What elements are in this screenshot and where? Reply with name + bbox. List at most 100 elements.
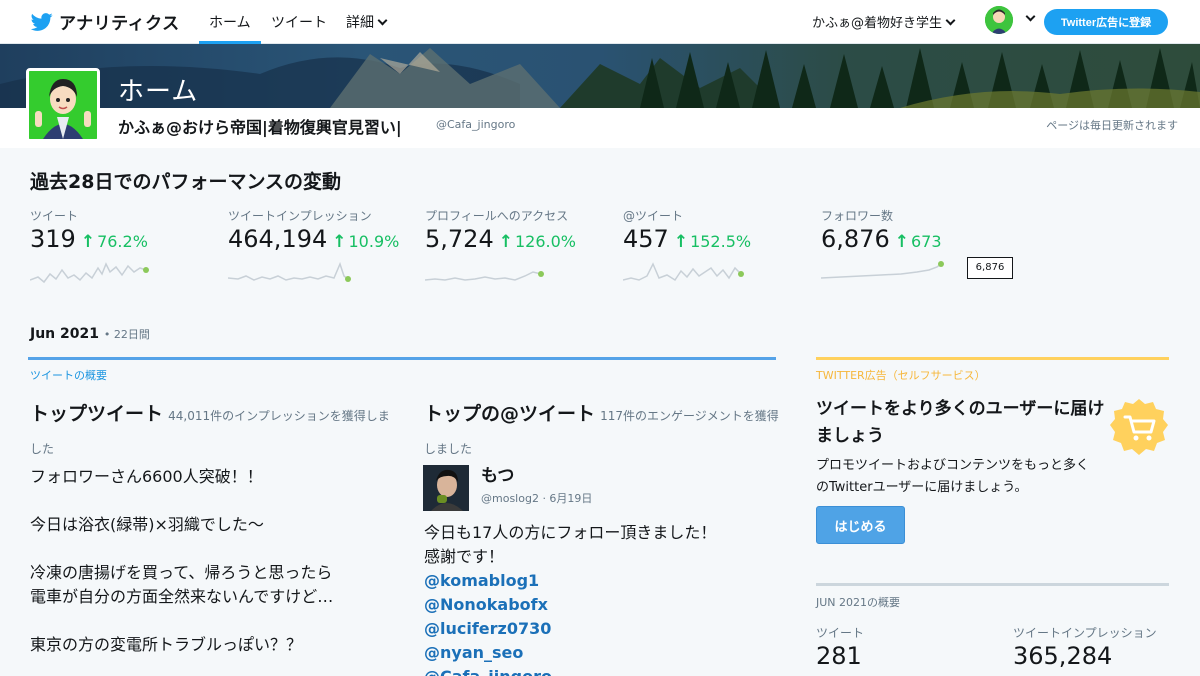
- arrow-up-icon: ↑: [673, 232, 689, 252]
- metric-profile-visits: プロフィールへのアクセス 5,724 ↑ 126.0%: [425, 207, 576, 253]
- mention-author-meta: @moslog2 · 6月19日: [481, 492, 593, 505]
- ads-start-button[interactable]: はじめる: [816, 506, 905, 544]
- mention-line: 感謝です！: [424, 547, 505, 566]
- avatar-illustration: [985, 6, 1013, 34]
- tab-more-label: 詳細: [346, 15, 374, 31]
- sparkline-point: [345, 276, 351, 282]
- profile-avatar[interactable]: [26, 68, 100, 142]
- metric-label: ツイートインプレッション: [228, 209, 372, 223]
- month-summary-label: JUN 2021の概要: [816, 596, 901, 609]
- summary-metric-value: 365,284: [1013, 642, 1113, 670]
- metric-value: 5,724: [425, 225, 494, 253]
- mention-line: 今日も17人の方にフォロー頂きました！: [424, 523, 717, 542]
- metric-value: 6,876: [821, 225, 890, 253]
- tab-more[interactable]: 詳細: [346, 12, 388, 32]
- sparkline-tooltip: 6,876: [967, 257, 1013, 279]
- chevron-down-icon: [377, 15, 388, 26]
- account-switcher[interactable]: かふぁ@着物好き学生: [812, 12, 956, 31]
- tweet-line: 電車が自分の方面全然来ないんですけど…: [30, 587, 334, 606]
- summary-tweets: ツイート 281: [816, 624, 864, 670]
- month-days: • 22日間: [103, 328, 150, 341]
- summary-metric-label: ツイート: [816, 626, 865, 640]
- tweet-line: 今日は浴衣(緑帯)×羽織でした〜: [30, 515, 264, 534]
- month-heading: Jun 2021 • 22日間: [30, 326, 150, 342]
- arrow-up-icon: ↑: [894, 232, 909, 252]
- ads-description: プロモツイートおよびコンテンツをもっと多くのTwitterユーザーに届けましょう…: [816, 458, 1090, 495]
- update-note: ページは毎日更新されます: [1046, 119, 1178, 132]
- metric-impressions: ツイートインプレッション 464,194 ↑ 10.9%: [228, 207, 399, 253]
- mention-author-avatar[interactable]: [423, 465, 469, 511]
- analytics-brand[interactable]: アナリティクス: [30, 9, 180, 34]
- profile-display-name: かふぁ@おけら帝国|着物復興官見習い|: [118, 118, 402, 137]
- tab-tweets[interactable]: ツイート: [271, 12, 327, 32]
- metric-change: 76.2%: [97, 232, 148, 251]
- mention-link[interactable]: @komablog1: [424, 569, 774, 593]
- metric-label: ツイート: [30, 209, 79, 223]
- profile-handle[interactable]: @Cafa_jingoro: [436, 118, 515, 131]
- top-mention-title: トップの@ツイート: [424, 403, 596, 425]
- chevron-down-icon: [945, 15, 956, 25]
- sparkline-profile-visits[interactable]: [425, 258, 549, 286]
- tweet-line: フォロワーさん6600人突破！！: [30, 467, 263, 486]
- mention-link[interactable]: @nyan_seo: [424, 641, 774, 665]
- tweet-summary-label: ツイートの概要: [30, 369, 107, 382]
- top-nav: アナリティクス ホーム ツイート 詳細 かふぁ@着物好き学生 Twitter広告…: [0, 0, 1200, 44]
- page-title: ホーム: [118, 77, 199, 107]
- top-tweet-body[interactable]: フォロワーさん6600人突破！！ 今日は浴衣(緑帯)×羽織でした〜 冷凍の唐揚げ…: [30, 465, 390, 657]
- tab-home[interactable]: ホーム: [209, 12, 251, 32]
- metric-change: 152.5%: [690, 232, 752, 251]
- avatar-menu-chevron-icon[interactable]: [1025, 11, 1036, 22]
- arrow-up-icon: ↑: [332, 232, 347, 252]
- performance-title: 過去28日でのパフォーマンスの変動: [30, 171, 342, 193]
- month-label: Jun 2021: [30, 326, 99, 342]
- summary-metric-label: ツイートインプレッション: [1013, 626, 1157, 640]
- shopping-cart-icon: [1110, 399, 1168, 455]
- twitter-bird-icon: [30, 12, 53, 31]
- top-mention-heading: トップの@ツイート 117件のエンゲージメントを獲得しました: [424, 398, 784, 465]
- ads-title: ツイートをより多くのユーザーに届けましょう: [816, 399, 1105, 446]
- tweet-line: 冷凍の唐揚げを買って、帰ろうと思ったら: [30, 563, 333, 582]
- sparkline-mentions[interactable]: [623, 258, 747, 286]
- metric-label: @ツイート: [623, 209, 684, 223]
- metric-followers: フォロワー数 6,876 ↑ 673: [821, 207, 942, 253]
- metric-mentions: @ツイート 457 ↑ 152.5%: [623, 207, 751, 253]
- top-tweet-title: トップツイート: [30, 403, 164, 425]
- metric-value: 464,194: [228, 225, 328, 253]
- section-divider-yellow: [816, 357, 1169, 360]
- mention-author-name[interactable]: もつ: [481, 461, 514, 486]
- metric-change: 10.9%: [348, 232, 400, 251]
- metric-value: 319: [30, 225, 76, 253]
- metric-label: プロフィールへのアクセス: [425, 209, 569, 223]
- tweet-line-blank: [30, 489, 390, 513]
- sparkline-point: [538, 271, 544, 277]
- arrow-up-icon: ↑: [80, 232, 96, 252]
- mention-link[interactable]: @Nonokabofx: [424, 593, 774, 617]
- sparkline-followers[interactable]: [821, 258, 945, 286]
- mention-link[interactable]: @Cafa_jingoro: [424, 665, 774, 676]
- arrow-up-icon: ↑: [498, 232, 513, 252]
- ads-section-label: TWITTER広告（セルフサービス）: [816, 369, 986, 382]
- user-avatar[interactable]: [985, 6, 1013, 34]
- section-divider-blue: [28, 357, 776, 360]
- metric-change: 673: [910, 232, 942, 251]
- mention-avatar-photo: [423, 465, 469, 511]
- sparkline-tweets[interactable]: [30, 258, 152, 286]
- profile-illustration: [29, 71, 97, 139]
- sparkline-impressions[interactable]: [228, 258, 352, 286]
- tweet-line-blank: [30, 537, 390, 561]
- metric-label: フォロワー数: [821, 209, 894, 223]
- metric-change: 126.0%: [514, 232, 576, 251]
- sparkline-point: [143, 267, 149, 273]
- metric-tweets: ツイート 319 ↑ 76.2%: [30, 207, 148, 253]
- metric-value: 457: [623, 225, 669, 253]
- top-tweet-heading: トップツイート 44,011件のインプレッションを獲得しました: [30, 398, 390, 465]
- tweet-line: 東京の方の変電所トラブルっぽい？？: [30, 635, 303, 654]
- summary-impressions: ツイートインプレッション 365,284: [1013, 624, 1157, 670]
- brand-label: アナリティクス: [59, 14, 180, 34]
- mention-body[interactable]: 今日も17人の方にフォロー頂きました！ 感謝です！ @komablog1 @No…: [424, 521, 774, 676]
- ads-signup-button[interactable]: Twitter広告に登録: [1044, 9, 1168, 35]
- section-divider-grey: [816, 583, 1169, 586]
- tweet-line-blank: [30, 609, 390, 633]
- mention-link[interactable]: @luciferz0730: [424, 617, 774, 641]
- account-name: かふぁ@着物好き学生: [812, 16, 943, 31]
